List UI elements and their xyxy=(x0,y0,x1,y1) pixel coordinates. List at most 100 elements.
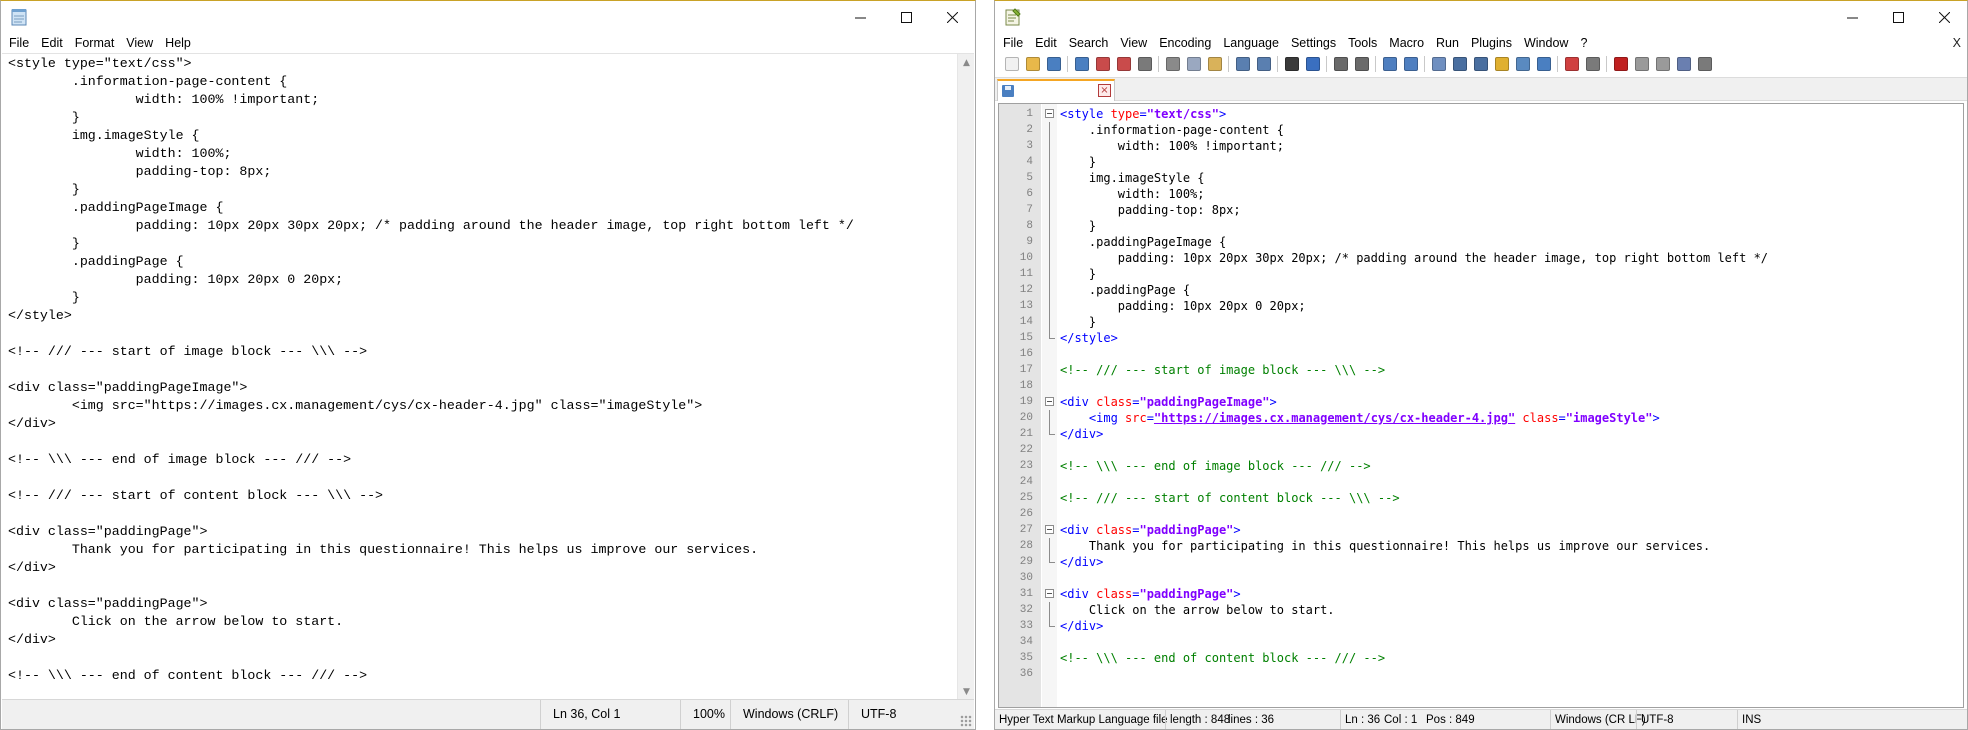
text-line[interactable]: <style type="text/css"> xyxy=(8,56,192,71)
redo-icon[interactable] xyxy=(1253,54,1274,74)
code-line[interactable]: 19 <div class="paddingPageImage"> xyxy=(999,394,1963,410)
notepadpp-editor[interactable]: 1 <style type="text/css"> 2 .information-p… xyxy=(998,103,1964,708)
code-text[interactable]: .paddingPage { xyxy=(1060,282,1190,298)
code-line[interactable]: 35 <!-- \\\ --- end of content block --- … xyxy=(999,650,1963,666)
find-icon[interactable] xyxy=(1281,54,1302,74)
code-text[interactable]: padding: 10px 20px 0 20px; xyxy=(1060,298,1306,314)
code-line[interactable]: 15 </style> xyxy=(999,330,1963,346)
code-line[interactable]: 6 width: 100%; xyxy=(999,186,1963,202)
fold-toggle-icon[interactable] xyxy=(1045,525,1054,534)
text-line[interactable]: <!-- \\\ --- end of content block --- //… xyxy=(8,668,367,683)
code-text[interactable]: padding-top: 8px; xyxy=(1060,202,1241,218)
close-all-icon[interactable] xyxy=(1113,54,1134,74)
menu-search[interactable]: Search xyxy=(1063,33,1115,53)
code-line[interactable]: 27 <div class="paddingPage"> xyxy=(999,522,1963,538)
text-line[interactable]: <div class="paddingPage"> xyxy=(8,524,208,539)
code-text[interactable]: Thank you for participating in this ques… xyxy=(1060,538,1710,554)
menu-plugins[interactable]: Plugins xyxy=(1465,33,1518,53)
code-text[interactable]: Click on the arrow below to start. xyxy=(1060,602,1335,618)
maximize-button[interactable] xyxy=(1875,1,1921,33)
code-line[interactable]: 26 xyxy=(999,506,1963,522)
text-line[interactable]: </style> xyxy=(8,308,72,323)
scroll-down-arrow-icon[interactable]: ▼ xyxy=(958,683,974,699)
text-line[interactable]: <!-- /// --- start of image block --- \\… xyxy=(8,344,367,359)
maximize-button[interactable] xyxy=(883,1,929,33)
text-line[interactable]: } xyxy=(8,236,80,251)
open-file-icon[interactable] xyxy=(1022,54,1043,74)
code-text[interactable]: .information-page-content { xyxy=(1060,122,1284,138)
code-text[interactable]: <!-- /// --- start of content block --- … xyxy=(1060,490,1400,506)
minimize-button[interactable] xyxy=(837,1,883,33)
close-button[interactable] xyxy=(1921,1,1967,33)
menu-file[interactable]: File xyxy=(5,33,35,53)
code-line[interactable]: 29 </div> xyxy=(999,554,1963,570)
replace-icon[interactable] xyxy=(1302,54,1323,74)
code-text[interactable]: <!-- \\\ --- end of image block --- /// … xyxy=(1060,458,1371,474)
text-line[interactable]: </div> xyxy=(8,560,56,575)
sync-horizontal-icon[interactable] xyxy=(1400,54,1421,74)
record-macro-icon[interactable] xyxy=(1610,54,1631,74)
notepad-text[interactable]: <style type="text/css"> .information-pag… xyxy=(2,54,974,685)
code-text[interactable]: </div> xyxy=(1060,618,1103,634)
code-line[interactable]: 8 } xyxy=(999,218,1963,234)
menu-settings[interactable]: Settings xyxy=(1285,33,1342,53)
code-text[interactable]: <!-- \\\ --- end of content block --- //… xyxy=(1060,650,1385,666)
paste-icon[interactable] xyxy=(1204,54,1225,74)
notepad-title-bar[interactable] xyxy=(1,1,975,33)
code-line[interactable]: 17 <!-- /// --- start of image block --- … xyxy=(999,362,1963,378)
menu-window[interactable]: Window xyxy=(1518,33,1574,53)
code-text[interactable]: <!-- /// --- start of image block --- \\… xyxy=(1060,362,1385,378)
code-line[interactable]: 25 <!-- /// --- start of content block --… xyxy=(999,490,1963,506)
code-text[interactable]: } xyxy=(1060,266,1096,282)
code-line[interactable]: 3 width: 100% !important; xyxy=(999,138,1963,154)
text-line[interactable]: Click on the arrow below to start. xyxy=(8,614,343,629)
text-line[interactable]: <div class="paddingPage"> xyxy=(8,596,208,611)
text-line[interactable]: Thank you for participating in this ques… xyxy=(8,542,758,557)
code-text[interactable]: <style type="text/css"> xyxy=(1060,106,1226,122)
code-text[interactable]: <img src="https://images.cx.management/c… xyxy=(1060,410,1660,426)
code-line[interactable]: 2 .information-page-content { xyxy=(999,122,1963,138)
indent-guide-icon[interactable] xyxy=(1470,54,1491,74)
code-line[interactable]: 32 Click on the arrow below to start. xyxy=(999,602,1963,618)
text-line[interactable]: <img src="https://images.cx.management/c… xyxy=(8,398,702,413)
text-line[interactable]: <div class="paddingPageImage"> xyxy=(8,380,247,395)
code-line[interactable]: 4 } xyxy=(999,154,1963,170)
text-line[interactable]: } xyxy=(8,290,80,305)
close-button[interactable] xyxy=(929,1,975,33)
text-line[interactable]: .information-page-content { xyxy=(8,74,287,89)
code-line[interactable]: 1 <style type="text/css"> xyxy=(999,106,1963,122)
code-line[interactable]: 12 .paddingPage { xyxy=(999,282,1963,298)
code-line[interactable]: 21 </div> xyxy=(999,426,1963,442)
code-text[interactable]: .paddingPageImage { xyxy=(1060,234,1226,250)
code-text[interactable]: } xyxy=(1060,154,1096,170)
text-line[interactable]: } xyxy=(8,110,80,125)
code-text[interactable]: <div class="paddingPage"> xyxy=(1060,586,1241,602)
fold-toggle-icon[interactable] xyxy=(1045,109,1054,118)
menu-edit[interactable]: Edit xyxy=(1029,33,1063,53)
text-line[interactable]: padding-top: 8px; xyxy=(8,164,272,179)
save-icon[interactable] xyxy=(1043,54,1064,74)
code-line[interactable]: 11 } xyxy=(999,266,1963,282)
text-line[interactable]: <!-- \\\ --- end of image block --- /// … xyxy=(8,452,351,467)
notepadpp-title-bar[interactable] xyxy=(995,1,1967,33)
code-line[interactable]: 30 xyxy=(999,570,1963,586)
text-line[interactable]: padding: 10px 20px 0 20px; xyxy=(8,272,343,287)
menu-file[interactable]: File xyxy=(999,33,1029,53)
word-wrap-icon[interactable] xyxy=(1428,54,1449,74)
zoom-in-icon[interactable] xyxy=(1330,54,1351,74)
text-line[interactable]: img.imageStyle { xyxy=(8,128,200,143)
minimize-button[interactable] xyxy=(1829,1,1875,33)
doc-map-icon[interactable] xyxy=(1512,54,1533,74)
code-line[interactable]: 7 padding-top: 8px; xyxy=(999,202,1963,218)
code-text[interactable]: width: 100%; xyxy=(1060,186,1205,202)
show-all-chars-icon[interactable] xyxy=(1449,54,1470,74)
monitoring-icon[interactable] xyxy=(1582,54,1603,74)
menu-view[interactable]: View xyxy=(120,33,159,53)
text-line[interactable]: } xyxy=(8,182,80,197)
code-line[interactable]: 31 <div class="paddingPage"> xyxy=(999,586,1963,602)
zoom-out-icon[interactable] xyxy=(1351,54,1372,74)
code-line[interactable]: 23 <!-- \\\ --- end of image block --- //… xyxy=(999,458,1963,474)
text-line[interactable]: .paddingPage { xyxy=(8,254,184,269)
vertical-scrollbar[interactable]: ▲ ▼ xyxy=(957,54,974,699)
code-line[interactable]: 10 padding: 10px 20px 30px 20px; /* padd… xyxy=(999,250,1963,266)
